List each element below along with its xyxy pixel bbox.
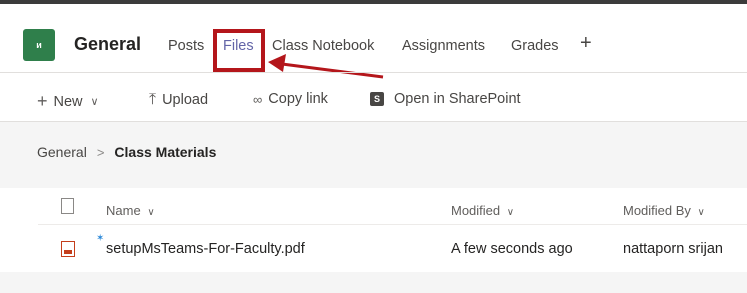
column-name-label: Name [106, 203, 141, 218]
content-background-bottom [0, 272, 747, 293]
file-modified-by: nattaporn srijan [623, 241, 723, 257]
breadcrumb-root[interactable]: General [37, 144, 87, 160]
add-tab-button[interactable]: + [580, 33, 592, 53]
file-name[interactable]: setupMsTeams-For-Faculty.pdf [106, 241, 305, 257]
column-header-name[interactable]: Name ∨ [106, 203, 155, 218]
column-modified-by-label: Modified By [623, 203, 691, 218]
plus-icon: + [37, 91, 48, 111]
annotation-highlight-box [213, 29, 265, 72]
tab-grades[interactable]: Grades [511, 38, 559, 54]
upload-icon: ⤒ [149, 91, 157, 108]
files-toolbar: + New ∨ ⤒ Upload ∞ Copy link S Open in S… [0, 83, 747, 119]
new-label: New [53, 93, 83, 110]
chevron-right-icon: > [96, 144, 105, 160]
copy-link-button[interactable]: ∞ Copy link [253, 91, 328, 107]
chevron-down-icon: ∨ [506, 207, 515, 218]
upload-button[interactable]: ⤒ Upload [149, 91, 208, 109]
copy-link-label: Copy link [268, 91, 328, 107]
open-sharepoint-label: Open in SharePoint [394, 91, 521, 107]
chevron-down-icon: ∨ [697, 207, 705, 218]
team-avatar[interactable]: ᴎ [23, 29, 55, 61]
tab-assignments[interactable]: Assignments [402, 38, 485, 54]
column-modified-label: Modified [451, 203, 501, 218]
file-list: Name ∨ Modified ∨ Modified By ∨ setupMsT… [0, 188, 747, 272]
column-header-modified[interactable]: Modified ∨ [451, 203, 514, 218]
tab-posts[interactable]: Posts [168, 38, 204, 54]
file-type-header-icon [61, 198, 74, 214]
breadcrumb: General > Class Materials [37, 144, 216, 160]
upload-label: Upload [162, 92, 209, 108]
new-file-indicator-icon: ✶ [96, 233, 105, 244]
pdf-icon [61, 241, 75, 257]
breadcrumb-current: Class Materials [114, 144, 217, 160]
table-row[interactable]: setupMsTeams-For-Faculty.pdf A few secon… [0, 224, 747, 270]
channel-title: General [74, 34, 142, 54]
link-icon: ∞ [253, 91, 263, 107]
file-modified: A few seconds ago [451, 241, 573, 257]
open-in-sharepoint-button[interactable]: S Open in SharePoint [370, 91, 521, 107]
header-divider [0, 72, 747, 73]
chevron-down-icon: ∨ [90, 96, 99, 108]
new-button[interactable]: + New ∨ [37, 91, 105, 112]
sharepoint-icon: S [370, 92, 384, 106]
column-header-modified-by[interactable]: Modified By ∨ [623, 203, 705, 218]
window-top-border [0, 0, 747, 4]
chevron-down-icon: ∨ [147, 207, 155, 218]
annotation-arrow [268, 54, 384, 79]
